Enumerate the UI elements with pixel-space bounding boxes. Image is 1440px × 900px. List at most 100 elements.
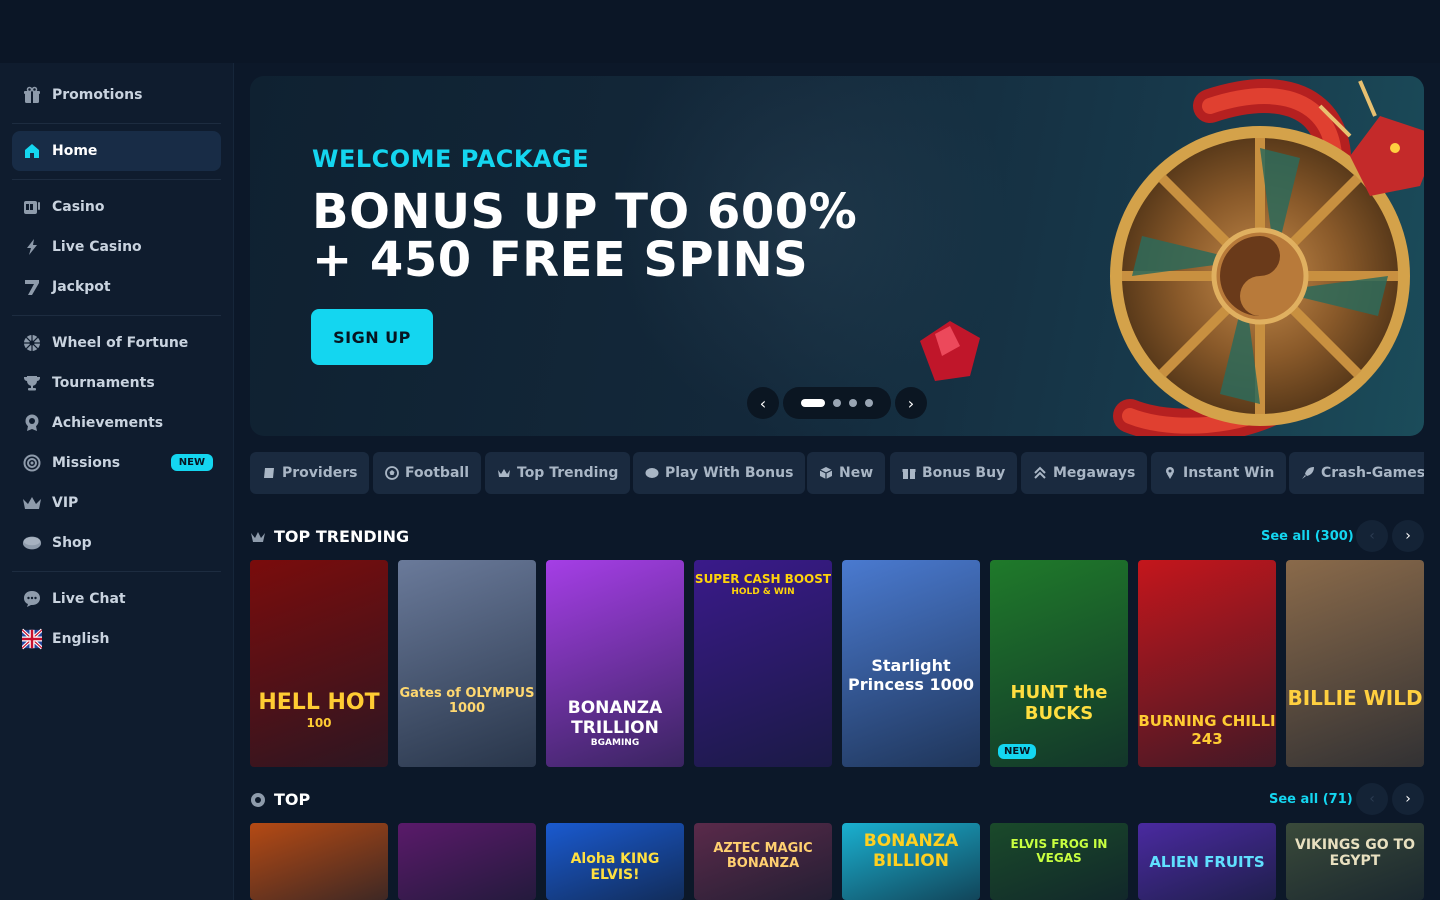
see-all-link[interactable]: See all (300) — [1261, 529, 1354, 544]
sidebar-item-shop[interactable]: Shop — [12, 523, 221, 563]
tab-megaways[interactable]: Megaways — [1021, 452, 1148, 494]
sidebar-item-vip[interactable]: VIP — [12, 483, 221, 523]
game-card[interactable]: HELL HOT 100 — [250, 560, 388, 767]
pagination-dot[interactable] — [833, 399, 841, 407]
tab-new[interactable]: New — [807, 452, 886, 494]
sidebar-item-wheel-of-fortune[interactable]: Wheel of Fortune — [12, 323, 221, 363]
banner-slider-controls: ‹ › — [747, 387, 927, 419]
gift-icon — [902, 466, 916, 480]
game-card[interactable]: AZTEC MAGIC BONANZA — [694, 823, 832, 900]
crown-icon — [250, 529, 266, 545]
sidebar-item-live-casino[interactable]: Live Casino — [12, 227, 221, 267]
section-next-button[interactable]: › — [1392, 783, 1424, 815]
section-next-button[interactable]: › — [1392, 520, 1424, 552]
game-subtitle: 100 — [306, 716, 332, 730]
game-card[interactable]: SUPER CASH BOOST HOLD & WIN — [694, 560, 832, 767]
sign-up-button[interactable]: SIGN UP — [311, 309, 433, 365]
banner-prev-button[interactable]: ‹ — [747, 387, 779, 419]
game-card[interactable] — [398, 823, 536, 900]
game-title: ELVIS FROG IN VEGAS — [1010, 837, 1108, 865]
tab-providers[interactable]: Providers — [250, 452, 370, 494]
game-title: BONANZA BILLION — [863, 831, 959, 871]
tab-label: Providers — [282, 465, 358, 481]
sidebar-item-label: Home — [52, 143, 98, 159]
top-header — [0, 0, 1440, 63]
box-icon — [819, 466, 833, 480]
sidebar-item-home[interactable]: Home — [12, 131, 221, 171]
new-badge: NEW — [170, 454, 213, 471]
game-title: Starlight Princess 1000 — [848, 656, 974, 694]
sidebar-item-live-chat[interactable]: Live Chat — [12, 579, 221, 619]
sidebar: Promotions Home Casino Live Casino Jackp… — [0, 63, 234, 900]
sidebar-item-label: English — [52, 631, 110, 647]
sidebar-item-promotions[interactable]: Promotions — [12, 75, 221, 115]
pagination-dot[interactable] — [801, 399, 825, 407]
chevron-left-icon: ‹ — [759, 393, 767, 413]
pagination-dot[interactable] — [849, 399, 857, 407]
game-card[interactable]: Starlight Princess 1000 — [842, 560, 980, 767]
game-card[interactable]: HUNT the BUCKS NEW — [990, 560, 1128, 767]
sidebar-item-label: Promotions — [52, 87, 143, 103]
chat-icon — [22, 589, 42, 609]
sidebar-divider — [12, 315, 221, 316]
tab-label: Top Trending — [517, 465, 619, 481]
sidebar-item-label: Live Casino — [52, 239, 142, 255]
tab-label: New — [839, 465, 874, 481]
pagination-dot[interactable] — [865, 399, 873, 407]
game-card[interactable]: BILLIE WILD — [1286, 560, 1424, 767]
game-card[interactable]: BONANZA BILLION — [842, 823, 980, 900]
game-title: BILLIE WILD — [1287, 686, 1423, 710]
trophy-icon — [22, 373, 42, 393]
game-card[interactable]: BONANZA TRILLION BGAMING — [546, 560, 684, 767]
banner-pagination — [783, 387, 891, 419]
tab-crash-games[interactable]: Crash-Games — [1289, 452, 1424, 494]
banner-title: BONUS UP TO 600% + 450 FREE SPINS — [312, 188, 857, 284]
game-card[interactable]: ALIEN FRUITS — [1138, 823, 1276, 900]
sidebar-divider — [12, 123, 221, 124]
game-card[interactable]: Gates of OLYMPUS 1000 — [398, 560, 536, 767]
tab-label: Football — [405, 465, 469, 481]
chevron-right-icon: › — [1405, 528, 1411, 544]
game-title: ALIEN FRUITS — [1149, 853, 1265, 871]
tab-football[interactable]: Football — [373, 452, 481, 494]
sidebar-item-tournaments[interactable]: Tournaments — [12, 363, 221, 403]
banner-next-button[interactable]: › — [895, 387, 927, 419]
section-prev-button[interactable]: ‹ — [1356, 783, 1388, 815]
game-card[interactable]: VIKINGS GO TO EGYPT — [1286, 823, 1424, 900]
crown-icon — [497, 466, 511, 480]
game-card[interactable] — [250, 823, 388, 900]
section-title-label: TOP — [274, 790, 311, 809]
tab-bonus-buy[interactable]: Bonus Buy — [890, 452, 1018, 494]
sidebar-item-missions[interactable]: Missions NEW — [12, 443, 221, 483]
wheel-icon — [22, 333, 42, 353]
chevron-left-icon: ‹ — [1369, 791, 1375, 807]
sidebar-item-label: Casino — [52, 199, 105, 215]
game-title: BURNING CHILLI 243 — [1138, 712, 1276, 748]
banner-subtitle: WELCOME PACKAGE — [312, 145, 590, 173]
section-header-top-trending: TOP TRENDING See all (300) ‹ › — [250, 519, 1424, 553]
game-card[interactable]: Aloha KING ELVIS! — [546, 823, 684, 900]
sidebar-item-jackpot[interactable]: Jackpot — [12, 267, 221, 307]
chevron-left-icon: ‹ — [1369, 528, 1375, 544]
tab-play-with-bonus[interactable]: Play With Bonus — [633, 452, 806, 494]
seven-icon — [22, 277, 42, 297]
crown-icon — [22, 493, 42, 513]
chevron-right-icon: › — [1405, 791, 1411, 807]
sidebar-item-language[interactable]: English — [12, 619, 221, 659]
section-prev-button[interactable]: ‹ — [1356, 520, 1388, 552]
tab-top-trending[interactable]: Top Trending — [485, 452, 631, 494]
sidebar-item-casino[interactable]: Casino — [12, 187, 221, 227]
medal-icon — [22, 413, 42, 433]
chevron-right-icon: › — [907, 393, 915, 413]
game-card[interactable]: BURNING CHILLI 243 — [1138, 560, 1276, 767]
sidebar-item-label: Jackpot — [52, 279, 111, 295]
tab-label: Instant Win — [1183, 465, 1275, 481]
see-all-link[interactable]: See all (71) — [1269, 792, 1353, 807]
game-card[interactable]: ELVIS FROG IN VEGAS — [990, 823, 1128, 900]
dragon-wheel-illustration — [920, 79, 1424, 436]
game-subtitle: HOLD & WIN — [731, 587, 795, 597]
sidebar-item-achievements[interactable]: Achievements — [12, 403, 221, 443]
tab-instant-win[interactable]: Instant Win — [1151, 452, 1287, 494]
game-title: BONANZA TRILLION — [567, 698, 663, 738]
category-tabs: Providers Football Top Trending Play Wit… — [250, 452, 1424, 494]
